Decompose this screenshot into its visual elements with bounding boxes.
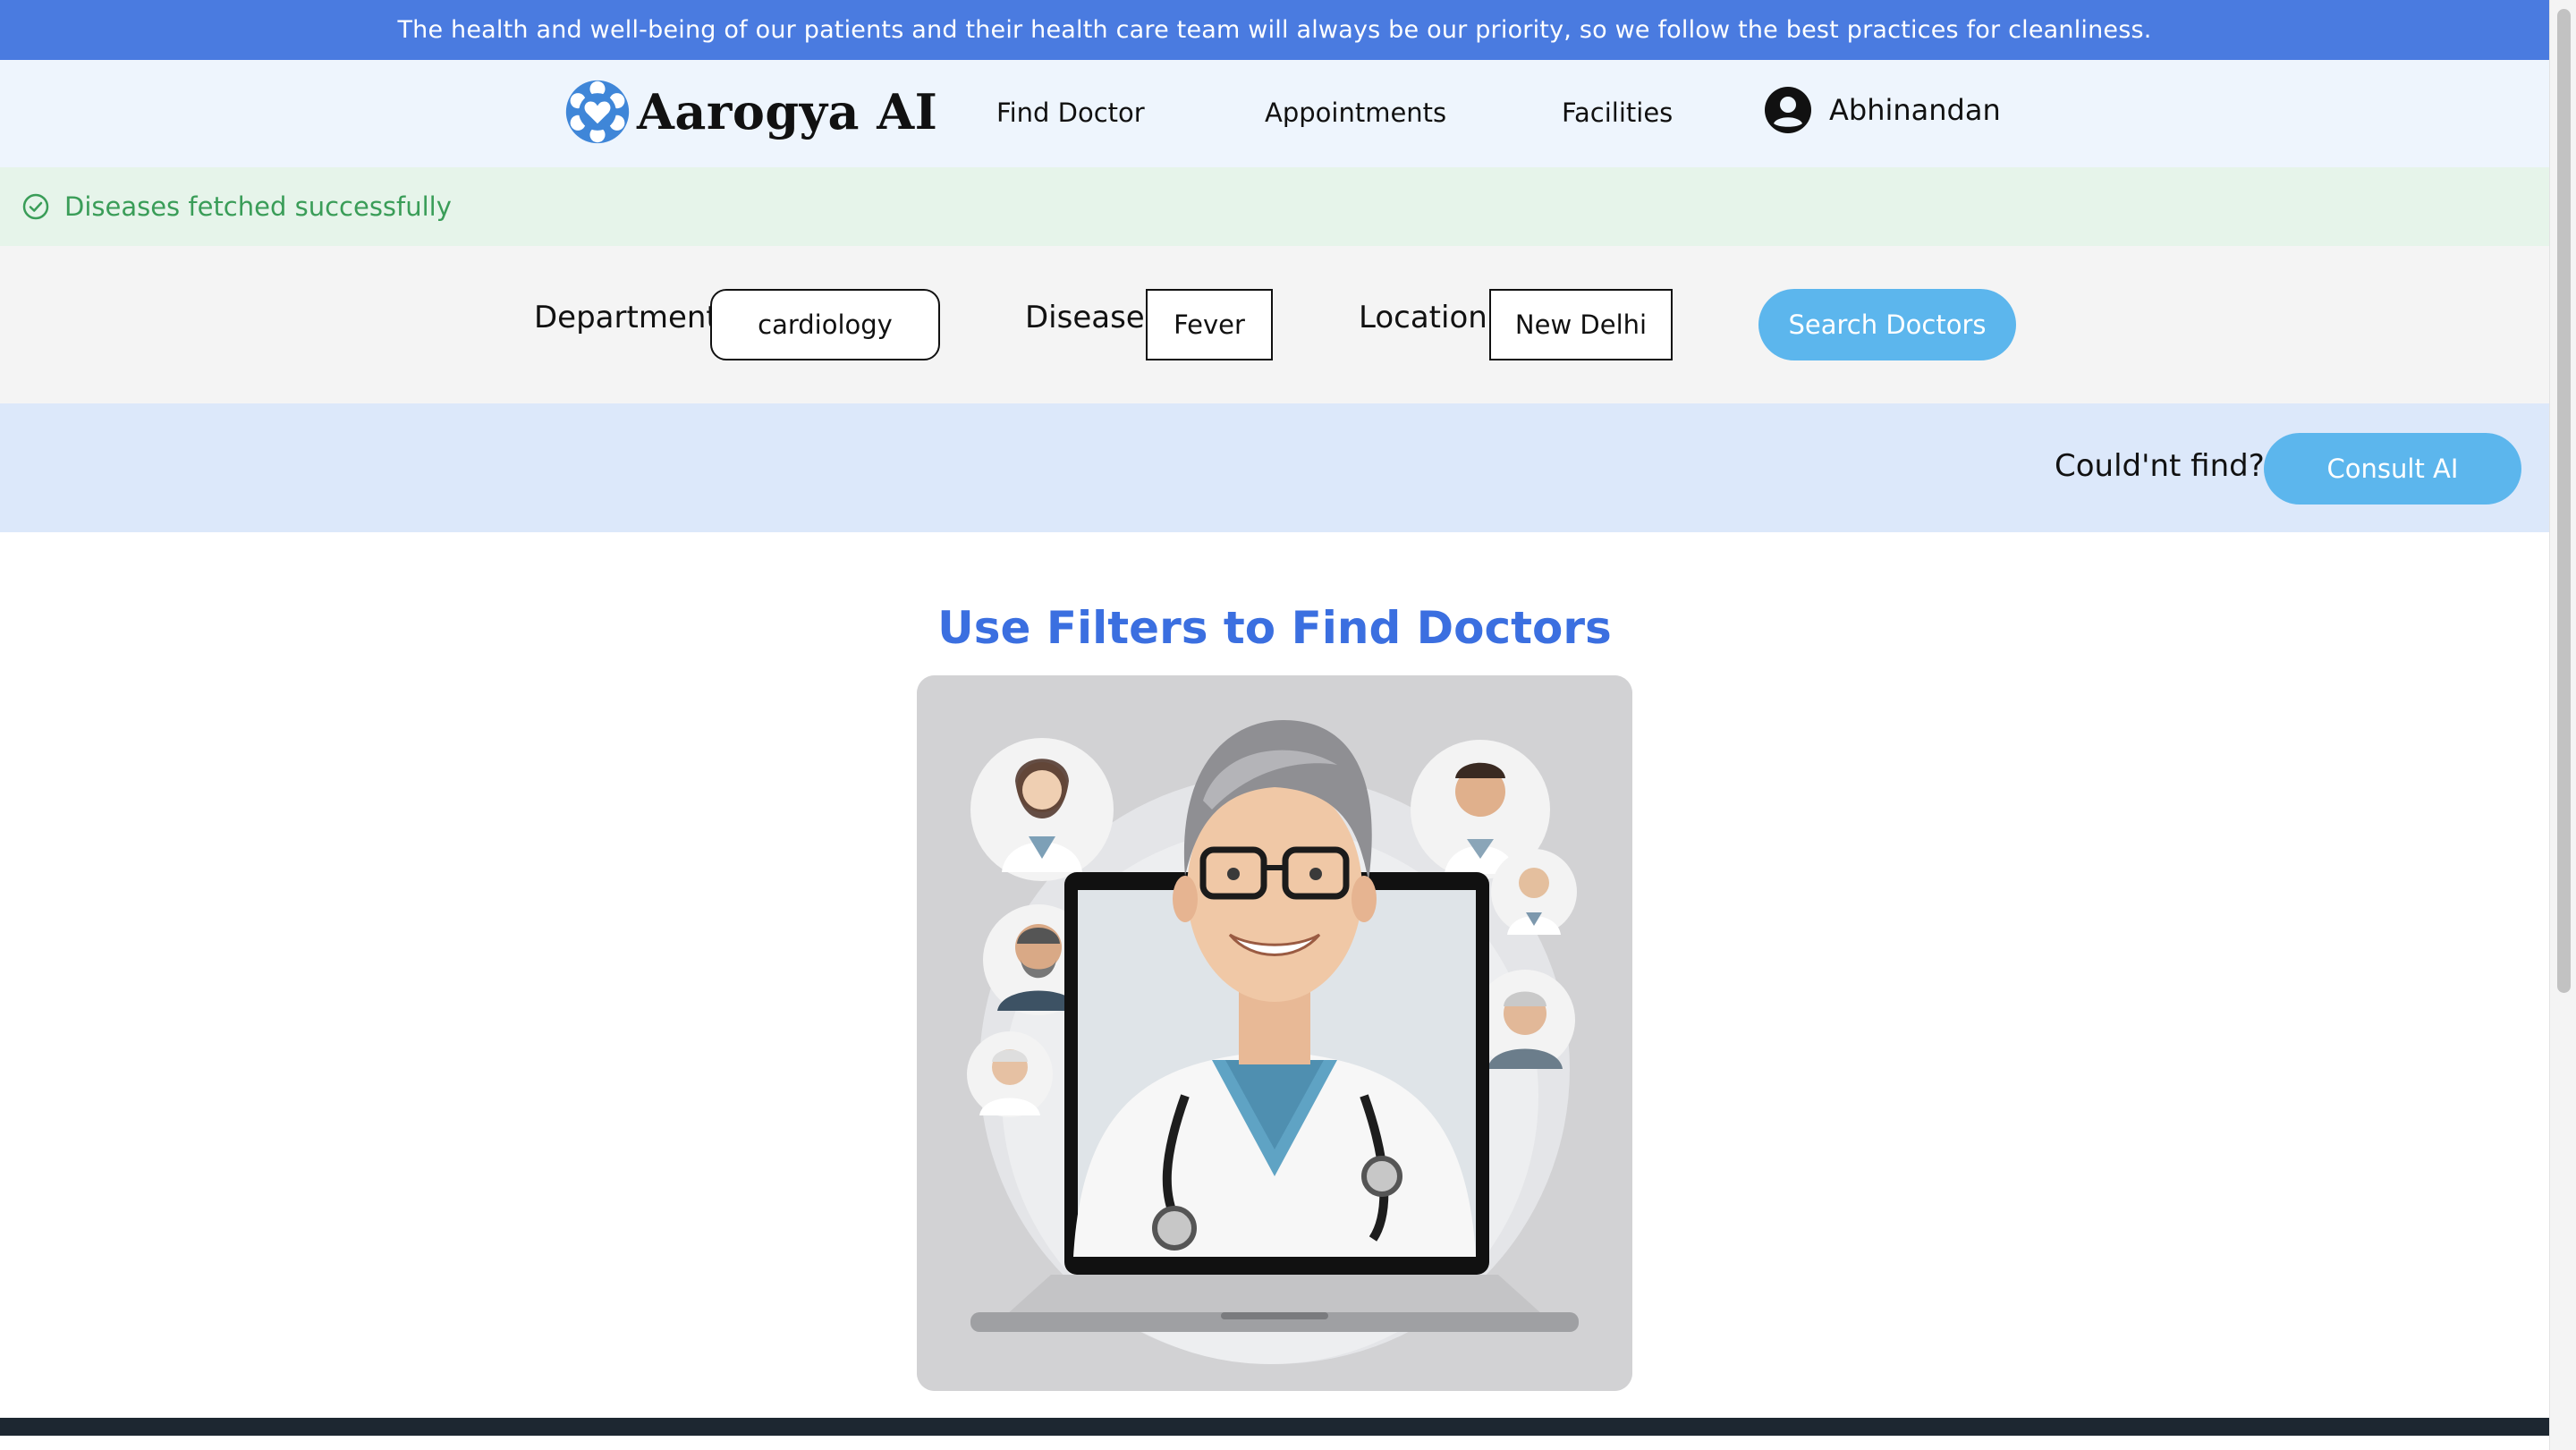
- location-value: New Delhi: [1514, 310, 1648, 340]
- location-label: Location: [1359, 300, 1487, 335]
- disease-select[interactable]: Fever: [1146, 289, 1273, 360]
- doctor-laptop-illustration: [917, 675, 1632, 1391]
- disease-value: Fever: [1174, 310, 1245, 340]
- announcement-text: The health and well-being of our patient…: [397, 16, 2152, 44]
- department-value: cardiology: [758, 310, 893, 340]
- user-circle-icon: [1765, 87, 1811, 133]
- department-select[interactable]: cardiology: [710, 289, 940, 360]
- hero-illustration: [917, 675, 1632, 1391]
- consult-band: Could'nt find? Consult AI: [0, 403, 2549, 532]
- footer-strip: [0, 1418, 2549, 1436]
- toast-message: Diseases fetched successfully: [64, 191, 452, 222]
- user-name: Abhinandan: [1829, 93, 2001, 127]
- consult-ai-label: Consult AI: [2326, 454, 2459, 484]
- nav-appointments[interactable]: Appointments: [1265, 98, 1446, 128]
- search-doctors-label: Search Doctors: [1788, 310, 1987, 340]
- page-scrollbar[interactable]: [2549, 0, 2576, 1450]
- brand[interactable]: Aarogya AI: [564, 78, 937, 146]
- main-content: Use Filters to Find Doctors: [0, 532, 2549, 1436]
- scrollbar-thumb[interactable]: [2557, 9, 2571, 993]
- logo-icon: [565, 80, 630, 144]
- check-circle-icon: [22, 193, 49, 220]
- nav-facilities[interactable]: Facilities: [1562, 98, 1673, 128]
- location-select[interactable]: New Delhi: [1489, 289, 1673, 360]
- user-menu[interactable]: Abhinandan: [1765, 87, 2001, 133]
- nav-find-doctor[interactable]: Find Doctor: [996, 98, 1145, 128]
- success-toast: Diseases fetched successfully: [0, 167, 2549, 246]
- page: The health and well-being of our patient…: [0, 0, 2549, 1450]
- top-nav: Aarogya AI Find Doctor Appointments Faci…: [0, 60, 2549, 167]
- filter-bar: Department cardiology Disease Fever Loca…: [0, 246, 2549, 403]
- announcement-bar: The health and well-being of our patient…: [0, 0, 2549, 60]
- page-title: Use Filters to Find Doctors: [937, 602, 1612, 654]
- consult-ai-button[interactable]: Consult AI: [2264, 433, 2521, 505]
- disease-label: Disease: [1025, 300, 1145, 335]
- consult-prompt: Could'nt find?: [2055, 448, 2265, 484]
- department-label: Department: [534, 300, 718, 335]
- search-doctors-button[interactable]: Search Doctors: [1758, 289, 2016, 360]
- brand-name: Aarogya AI: [637, 83, 938, 140]
